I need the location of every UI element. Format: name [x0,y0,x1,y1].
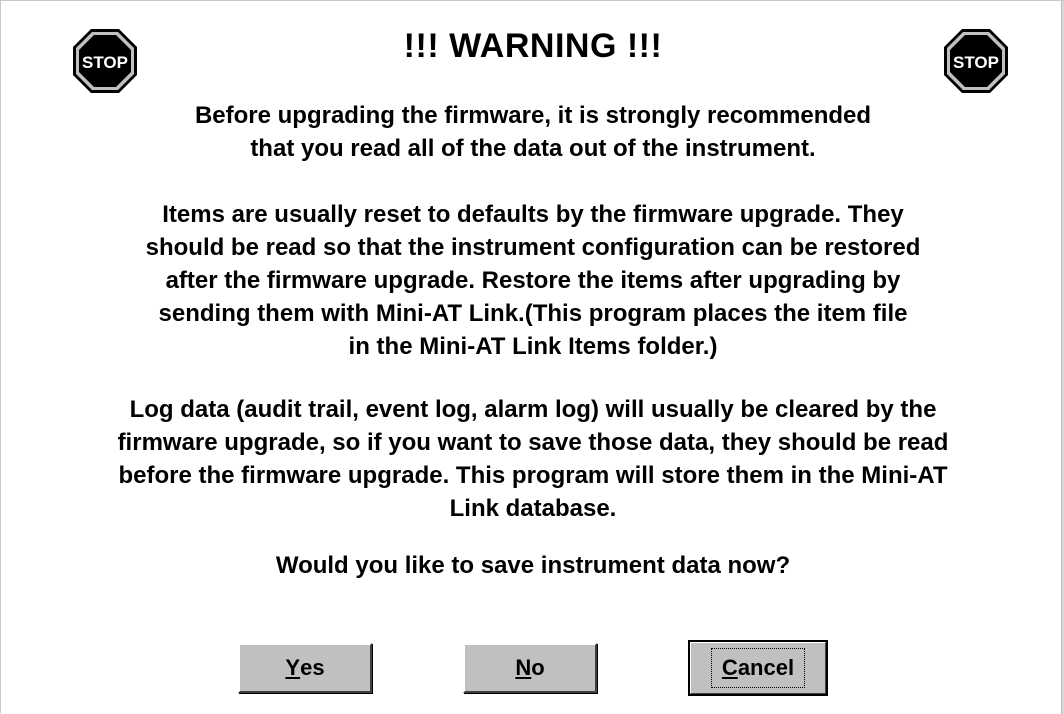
items-paragraph: Items are usually reset to defaults by t… [21,198,1045,363]
question-text: Would you like to save instrument data n… [275,552,791,579]
no-mnemonic: N [515,655,532,680]
dialog-title: !!! WARNING !!! [403,27,663,65]
cancel-label-rest: ancel [737,655,795,680]
message-line: after the firmware upgrade. Restore the … [165,267,901,294]
message-line: Log data (audit trail, event log, alarm … [129,396,937,423]
yes-label-rest: es [300,655,325,680]
no-button[interactable]: No [463,643,597,693]
no-label-rest: o [531,655,545,680]
stop-sign-icon: STOP [942,27,1010,95]
cancel-mnemonic: C [721,655,738,680]
message-line: Link database. [449,495,617,522]
message-line: in the Mini-AT Link Items folder.) [348,333,718,360]
recommendation-paragraph: Before upgrading the firmware, it is str… [21,99,1045,165]
message-line: Before upgrading the firmware, it is str… [194,102,872,129]
yes-mnemonic: Y [285,655,301,680]
message-line: firmware upgrade, so if you want to save… [117,429,949,456]
message-line: Items are usually reset to defaults by t… [162,201,904,228]
message-line: should be read so that the instrument co… [145,234,921,261]
stop-sign-label: STOP [953,53,999,72]
cancel-button[interactable]: Cancel [688,640,828,696]
focus-rectangle: Cancel [710,648,806,688]
message-line: before the firmware upgrade. This progra… [118,462,948,489]
yes-button[interactable]: Yes [238,643,372,693]
warning-dialog: STOP !!! WARNING !!! STOP Before upgradi… [0,0,1064,714]
message-line: sending them with Mini-AT Link.(This pro… [158,300,908,327]
message-line: that you read all of the data out of the… [250,135,816,162]
log-data-paragraph: Log data (audit trail, event log, alarm … [21,393,1045,525]
